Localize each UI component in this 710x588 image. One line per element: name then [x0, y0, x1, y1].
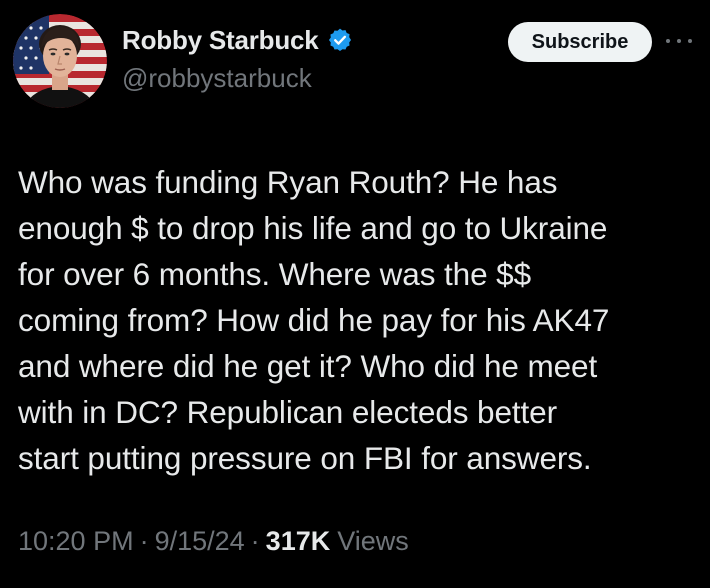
author-handle[interactable]: @robbystarbuck	[122, 63, 312, 94]
verified-badge-icon	[328, 28, 351, 52]
meta-separator: ·	[139, 526, 149, 556]
tweet-meta: 10:20 PM · 9/15/24 · 317K Views	[18, 526, 409, 557]
avatar-image	[13, 14, 107, 108]
avatar[interactable]	[13, 14, 107, 108]
more-dot	[677, 39, 681, 43]
author-name-row[interactable]: Robby Starbuck	[122, 22, 353, 58]
tweet-text: Who was funding Ryan Routh? He has enoug…	[18, 164, 610, 476]
views-label: Views	[337, 526, 409, 556]
more-dot	[688, 39, 692, 43]
subscribe-button[interactable]: Subscribe	[508, 22, 652, 62]
views-count[interactable]: 317K	[266, 526, 331, 557]
author-display-name[interactable]: Robby Starbuck	[122, 25, 319, 56]
tweet-time[interactable]: 10:20 PM	[18, 526, 134, 557]
more-dot	[666, 39, 670, 43]
tweet-card: Robby Starbuck @robbystarbuck Subscribe …	[0, 0, 710, 588]
more-horizontal-icon[interactable]	[666, 33, 692, 49]
meta-separator: ·	[250, 526, 260, 556]
tweet-date[interactable]: 9/15/24	[155, 526, 245, 557]
